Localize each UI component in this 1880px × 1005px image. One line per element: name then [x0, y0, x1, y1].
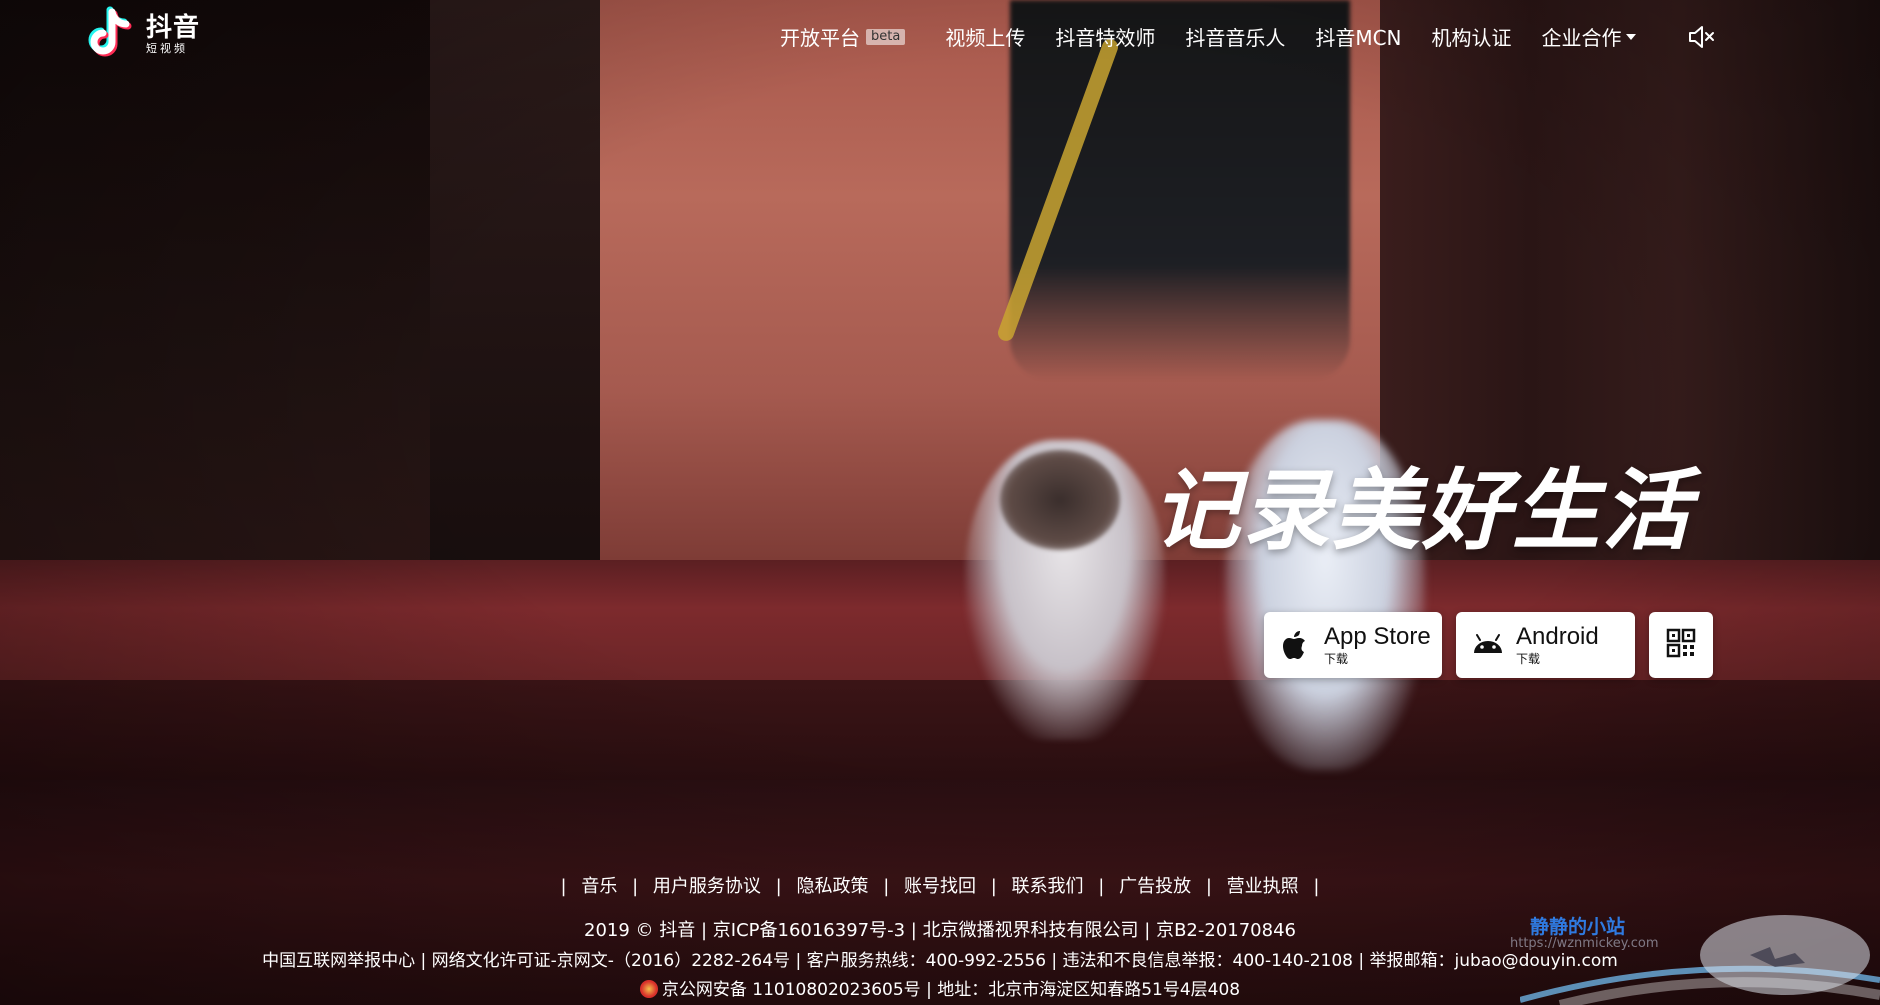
hero-slogan: 记录美好生活: [1152, 459, 1693, 562]
police-badge-icon: [639, 980, 658, 998]
footer-link-user-agreement[interactable]: 用户服务协议: [653, 876, 761, 897]
apple-icon: [1278, 627, 1314, 663]
footer-link-business-license[interactable]: 营业执照: [1227, 876, 1299, 897]
footer-link-contact[interactable]: 联系我们: [1012, 876, 1084, 897]
top-nav: 开放平台 beta 视频上传 抖音特效师 抖音音乐人 抖音MCN 机构认证 企业…: [780, 22, 1666, 51]
footer-address-text: 京公网安备 11010802023605号 | 地址：北京市海淀区知春路51号4…: [661, 980, 1241, 1000]
nav-item-video-upload[interactable]: 视频上传: [945, 22, 1025, 51]
footer-link-music[interactable]: 音乐: [581, 876, 617, 897]
download-sub: 下载: [1324, 652, 1349, 666]
nav-item-musician[interactable]: 抖音音乐人: [1185, 22, 1285, 51]
watermark-text: 静静的小站: [1530, 916, 1626, 938]
qr-code-icon: [1666, 628, 1696, 662]
download-title: App Store: [1324, 623, 1431, 650]
qr-code-button[interactable]: [1649, 612, 1713, 678]
brand-name: 抖音: [146, 12, 201, 43]
nav-item-open-platform[interactable]: 开放平台 beta: [780, 22, 906, 51]
android-download-button[interactable]: Android 下载: [1456, 612, 1635, 678]
nav-item-org-verification[interactable]: 机构认证: [1432, 22, 1512, 51]
speaker-muted-icon[interactable]: [1686, 22, 1716, 52]
download-title: Android: [1516, 623, 1599, 650]
footer-link-privacy[interactable]: 隐私政策: [796, 876, 868, 897]
app-store-download-button[interactable]: App Store 下载: [1264, 612, 1442, 678]
nav-item-effects-creator[interactable]: 抖音特效师: [1055, 22, 1155, 51]
footer-links: | 音乐 | 用户服务协议 | 隐私政策 | 账号找回 | 联系我们 | 广告投…: [560, 876, 1320, 897]
android-icon: [1470, 627, 1506, 663]
download-sub: 下载: [1516, 652, 1541, 666]
douyin-note-icon: [84, 6, 142, 62]
nav-item-mcn[interactable]: 抖音MCN: [1315, 22, 1401, 51]
footer-link-account-recovery[interactable]: 账号找回: [904, 876, 976, 897]
footer-link-ads[interactable]: 广告投放: [1119, 876, 1191, 897]
nav-item-enterprise[interactable]: 企业合作: [1542, 22, 1636, 51]
nav-label: 开放平台: [780, 26, 860, 50]
chevron-down-icon: [1625, 33, 1636, 40]
brand-subtitle: 短视频: [146, 41, 188, 55]
watermark-url: https://wznmickey.com: [1510, 936, 1659, 951]
douyin-logo[interactable]: 抖音 短视频: [84, 6, 200, 62]
beta-badge: beta: [866, 28, 906, 45]
nav-label: 企业合作: [1541, 26, 1622, 50]
